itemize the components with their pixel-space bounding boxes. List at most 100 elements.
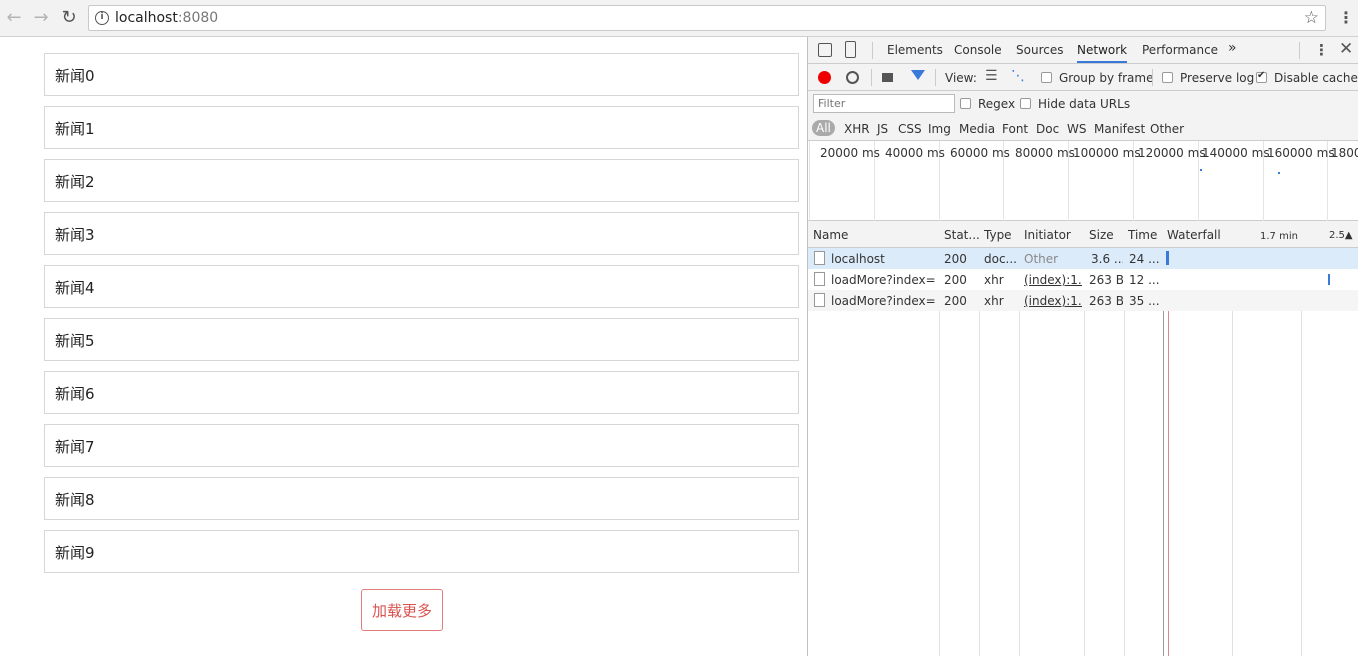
tab-console[interactable]: Console [954,43,1002,57]
waterfall-bar [1166,251,1169,265]
address-bar[interactable]: i localhost:8080 ☆ [88,5,1326,31]
type-filter-manifest[interactable]: Manifest [1094,122,1145,136]
tab-sources[interactable]: Sources [1016,43,1063,57]
filter-input[interactable] [813,94,955,113]
type-filter-font[interactable]: Font [1002,122,1028,136]
overview-tick: 140000 ms [1202,146,1270,160]
table-row[interactable]: loadMore?index=... 200 xhr (index):1... … [808,269,1358,290]
request-name: localhost [831,252,885,266]
type-filter-doc[interactable]: Doc [1036,122,1059,136]
column-time[interactable]: Time [1128,228,1157,242]
browser-toolbar: ← → ↻ i localhost:8080 ☆ ⋮ [0,0,1358,37]
clear-icon[interactable] [846,71,859,84]
bookmark-star-icon[interactable]: ☆ [1304,8,1319,28]
request-type: doc... [984,252,1017,266]
overview-tick: 120000 ms [1138,146,1206,160]
column-initiator[interactable]: Initiator [1024,228,1071,242]
browser-menu-icon[interactable]: ⋮ [1338,8,1354,27]
request-status: 200 [944,252,967,266]
type-filter-xhr[interactable]: XHR [844,122,870,136]
request-initiator-link[interactable]: (index):1... [1024,294,1082,308]
network-overview-timeline[interactable]: 20000 ms 40000 ms 60000 ms 80000 ms 1000… [808,141,1358,221]
overview-tick: 60000 ms [950,146,1010,160]
inspect-element-icon[interactable] [818,43,832,57]
devtools-tab-bar: Elements Console Sources Network Perform… [808,37,1358,64]
close-icon[interactable]: ✕ [1339,39,1353,59]
column-size[interactable]: Size [1089,228,1114,242]
request-time: 12 ... [1129,273,1160,287]
type-filter-ws[interactable]: WS [1067,122,1086,136]
type-filter-other[interactable]: Other [1150,122,1184,136]
forward-arrow-icon[interactable]: → [31,8,51,28]
waterfall-bar [1328,274,1330,285]
column-type[interactable]: Type [984,228,1012,242]
record-icon[interactable] [818,71,831,84]
hide-data-urls-checkbox[interactable] [1020,98,1031,109]
request-initiator-link[interactable]: (index):1... [1024,273,1082,287]
column-waterfall[interactable]: Waterfall [1167,228,1221,242]
type-filter-all[interactable]: All [812,120,835,136]
news-item: 新闻7 [44,424,799,467]
waterfall-view-icon[interactable]: ⋱ [1011,68,1025,84]
type-filter-js[interactable]: JS [877,122,888,136]
request-type: xhr [984,273,1004,287]
request-size: 263 B [1089,294,1123,308]
news-item: 新闻8 [44,477,799,520]
tab-elements[interactable]: Elements [887,43,943,57]
filter-icon[interactable] [911,70,925,80]
requests-table-header: Name Stat... Type Initiator Size Time Wa… [808,221,1358,248]
back-arrow-icon[interactable]: ← [4,8,24,28]
request-size: 3.6 ... [1091,252,1123,266]
capture-screenshots-icon[interactable] [882,73,893,82]
news-title: 新闻7 [55,438,95,456]
tab-performance[interactable]: Performance [1142,43,1218,57]
load-more-button[interactable]: 加载更多 [361,589,443,631]
overview-tick: 100000 ms [1073,146,1141,160]
column-name[interactable]: Name [813,228,848,242]
info-icon[interactable]: i [95,11,109,25]
news-item: 新闻6 [44,371,799,414]
overview-tick: 20000 ms [820,146,880,160]
column-status[interactable]: Stat... [944,228,980,242]
disable-cache-checkbox[interactable] [1256,70,1267,83]
type-filter-media[interactable]: Media [959,122,995,136]
request-status: 200 [944,273,967,287]
filter-bar: Regex Hide data URLs [808,91,1358,117]
table-row[interactable]: localhost 200 doc... Other 3.6 ... 24 ..… [808,248,1358,269]
type-filter-css[interactable]: CSS [898,122,922,136]
tab-network[interactable]: Network [1077,43,1128,63]
news-title: 新闻0 [55,67,95,85]
news-item: 新闻4 [44,265,799,308]
request-time: 24 ... [1129,252,1160,266]
group-by-frame-checkbox[interactable] [1041,72,1052,83]
news-item: 新闻9 [44,530,799,573]
news-title: 新闻4 [55,279,95,297]
hide-data-urls-label: Hide data URLs [1038,97,1131,111]
resource-type-filter-bar: All XHR JS CSS Img Media Font Doc WS Man… [808,117,1358,141]
news-item: 新闻2 [44,159,799,202]
overview-request-mark [1278,172,1280,174]
regex-checkbox[interactable] [960,98,971,109]
preserve-log-checkbox[interactable] [1162,72,1173,83]
news-item: 新闻5 [44,318,799,361]
request-size: 263 B [1089,273,1123,287]
more-tabs-icon[interactable]: » [1228,40,1237,56]
table-row[interactable]: loadMore?index=... 200 xhr (index):1... … [808,290,1358,311]
document-icon [814,293,825,307]
overview-tick: 40000 ms [885,146,945,160]
waterfall-tick: 1.7 min [1260,231,1298,242]
reload-icon[interactable]: ↻ [59,8,79,28]
list-view-icon[interactable]: ☰ [985,68,998,84]
preserve-log-label: Preserve log [1180,71,1255,85]
waterfall-tick: 2.5▲ [1329,230,1353,241]
news-item: 新闻1 [44,106,799,149]
devtools-panel: Elements Console Sources Network Perform… [807,37,1358,656]
devtools-menu-icon[interactable]: ⋮ [1314,41,1329,59]
request-type: xhr [984,294,1004,308]
network-toolbar: View: ☰ ⋱ Group by frame Preserve log Di… [808,64,1358,91]
type-filter-img[interactable]: Img [928,122,951,136]
news-title: 新闻2 [55,173,95,191]
news-item: 新闻3 [44,212,799,255]
request-name: loadMore?index=... [831,294,936,308]
device-toolbar-icon[interactable] [845,41,856,58]
